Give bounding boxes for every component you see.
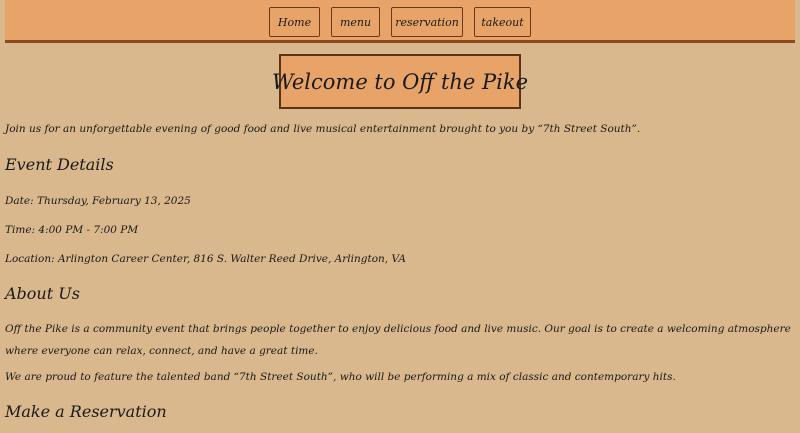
about-paragraph-1: Off the Pike is a community event that b… (5, 323, 791, 357)
nav-menu-button[interactable]: menu (331, 7, 380, 37)
title-banner: Welcome to Off the Pike (272, 54, 528, 109)
about-us-heading: About Us (5, 284, 80, 303)
event-details-heading: Event Details (5, 155, 114, 174)
nav-home-button[interactable]: Home (269, 7, 320, 37)
page-title: Welcome to Off the Pike (271, 69, 529, 94)
nav-reservation-button[interactable]: reservation (391, 7, 463, 37)
event-location: Location: Arlington Career Center, 816 S… (5, 253, 406, 265)
event-time: Time: 4:00 PM - 7:00 PM (5, 224, 139, 236)
top-navbar: Home menu reservation takeout (5, 0, 795, 43)
event-date: Date: Thursday, February 13, 2025 (5, 195, 191, 207)
reservation-heading: Make a Reservation (5, 402, 167, 421)
intro-text: Join us for an unforgettable evening of … (5, 123, 641, 135)
nav-takeout-button[interactable]: takeout (474, 7, 531, 37)
about-paragraph-2: We are proud to feature the talented ban… (5, 371, 676, 383)
